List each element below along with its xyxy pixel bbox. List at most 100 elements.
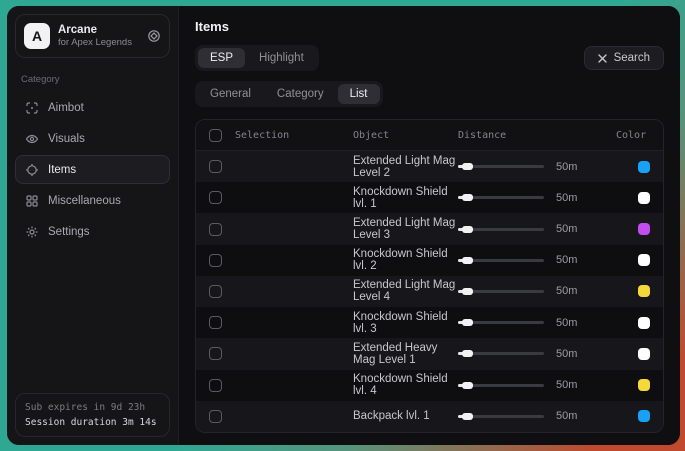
color-swatch[interactable] bbox=[638, 285, 650, 297]
object-name: Knockdown Shield lvl. 3 bbox=[353, 311, 458, 335]
target-icon bbox=[25, 163, 39, 177]
table-row: Extended Light Mag Level 2 50m bbox=[196, 151, 663, 182]
distance-cell: 50m bbox=[458, 410, 616, 422]
distance-slider[interactable] bbox=[458, 223, 544, 235]
main-panel: Items ESPHighlight Search GeneralCategor… bbox=[179, 6, 680, 445]
distance-value: 50m bbox=[556, 410, 577, 422]
row-checkbox[interactable] bbox=[209, 285, 222, 298]
search-button[interactable]: Search bbox=[584, 46, 664, 70]
distance-value: 50m bbox=[556, 192, 577, 204]
distance-value: 50m bbox=[556, 379, 577, 391]
tab-category[interactable]: Category bbox=[265, 84, 336, 104]
app-logo: A bbox=[24, 23, 50, 49]
row-checkbox[interactable] bbox=[209, 191, 222, 204]
table-row: Extended Heavy Mag Level 1 50m bbox=[196, 338, 663, 369]
subscription-card: Sub expires in 9d 23h Session duration 3… bbox=[15, 393, 170, 437]
mode-tab-group: ESPHighlight bbox=[195, 45, 319, 71]
distance-cell: 50m bbox=[458, 285, 616, 297]
distance-value: 50m bbox=[556, 223, 577, 235]
tab-highlight[interactable]: Highlight bbox=[247, 48, 316, 68]
color-swatch[interactable] bbox=[638, 223, 650, 235]
sidebar-item-items[interactable]: Items bbox=[15, 155, 170, 184]
sidebar-item-miscellaneous[interactable]: Miscellaneous bbox=[15, 186, 170, 215]
color-swatch[interactable] bbox=[638, 254, 650, 266]
table-row: Knockdown Shield lvl. 1 50m bbox=[196, 182, 663, 213]
row-checkbox[interactable] bbox=[209, 316, 222, 329]
table-row: Backpack lvl. 1 50m bbox=[196, 401, 663, 432]
search-icon bbox=[598, 54, 607, 63]
distance-slider[interactable] bbox=[458, 285, 544, 297]
object-name: Extended Light Mag Level 4 bbox=[353, 279, 458, 303]
sidebar-item-label: Miscellaneous bbox=[48, 195, 121, 207]
object-name: Extended Light Mag Level 3 bbox=[353, 217, 458, 241]
distance-value: 50m bbox=[556, 254, 577, 266]
object-name: Knockdown Shield lvl. 2 bbox=[353, 248, 458, 272]
distance-value: 50m bbox=[556, 285, 577, 297]
distance-slider[interactable] bbox=[458, 348, 544, 360]
row-checkbox[interactable] bbox=[209, 379, 222, 392]
gear-icon bbox=[25, 225, 39, 239]
row-checkbox[interactable] bbox=[209, 410, 222, 423]
table-header-row: Selection Object Distance Color bbox=[196, 120, 663, 151]
row-checkbox[interactable] bbox=[209, 254, 222, 267]
page-title: Items bbox=[195, 19, 664, 34]
sidebar: A Arcane for Apex Legends Category Aimbo… bbox=[7, 6, 179, 445]
grid-icon bbox=[25, 194, 39, 208]
sidebar-item-label: Visuals bbox=[48, 133, 85, 145]
category-label: Category bbox=[21, 74, 164, 85]
tab-esp[interactable]: ESP bbox=[198, 48, 245, 68]
header-distance: Distance bbox=[458, 130, 616, 141]
distance-slider[interactable] bbox=[458, 317, 544, 329]
session-duration-text: Session duration 3m 14s bbox=[25, 417, 160, 428]
table-row: Knockdown Shield lvl. 4 50m bbox=[196, 370, 663, 401]
color-swatch[interactable] bbox=[638, 317, 650, 329]
emblem-icon[interactable] bbox=[147, 29, 161, 43]
distance-cell: 50m bbox=[458, 379, 616, 391]
color-swatch[interactable] bbox=[638, 348, 650, 360]
color-swatch[interactable] bbox=[638, 410, 650, 422]
search-button-label: Search bbox=[614, 52, 650, 64]
distance-value: 50m bbox=[556, 317, 577, 329]
tab-list[interactable]: List bbox=[338, 84, 380, 104]
table-row: Extended Light Mag Level 4 50m bbox=[196, 276, 663, 307]
distance-slider[interactable] bbox=[458, 192, 544, 204]
distance-value: 50m bbox=[556, 348, 577, 360]
row-checkbox[interactable] bbox=[209, 347, 222, 360]
distance-slider[interactable] bbox=[458, 161, 544, 173]
distance-slider[interactable] bbox=[458, 379, 544, 391]
select-all-checkbox[interactable] bbox=[209, 129, 222, 142]
distance-cell: 50m bbox=[458, 192, 616, 204]
distance-slider[interactable] bbox=[458, 254, 544, 266]
items-table: Selection Object Distance Color Extended… bbox=[195, 119, 664, 433]
row-checkbox[interactable] bbox=[209, 223, 222, 236]
table-row: Knockdown Shield lvl. 2 50m bbox=[196, 245, 663, 276]
crosshair-icon bbox=[25, 101, 39, 115]
object-name: Knockdown Shield lvl. 1 bbox=[353, 186, 458, 210]
distance-cell: 50m bbox=[458, 348, 616, 360]
sidebar-item-label: Settings bbox=[48, 226, 90, 238]
color-swatch[interactable] bbox=[638, 379, 650, 391]
row-checkbox[interactable] bbox=[209, 160, 222, 173]
object-name: Extended Heavy Mag Level 1 bbox=[353, 342, 458, 366]
distance-cell: 50m bbox=[458, 254, 616, 266]
header-object: Object bbox=[353, 130, 458, 141]
app-subtitle: for Apex Legends bbox=[58, 37, 139, 49]
distance-slider[interactable] bbox=[458, 410, 544, 422]
app-title: Arcane bbox=[58, 23, 139, 37]
color-swatch[interactable] bbox=[638, 192, 650, 204]
object-name: Backpack lvl. 1 bbox=[353, 410, 458, 422]
color-swatch[interactable] bbox=[638, 161, 650, 173]
sidebar-item-aimbot[interactable]: Aimbot bbox=[15, 93, 170, 122]
sidebar-item-settings[interactable]: Settings bbox=[15, 217, 170, 246]
table-row: Extended Light Mag Level 3 50m bbox=[196, 213, 663, 244]
app-header-card: A Arcane for Apex Legends bbox=[15, 14, 170, 58]
header-selection: Selection bbox=[235, 130, 353, 141]
distance-cell: 50m bbox=[458, 223, 616, 235]
tab-general[interactable]: General bbox=[198, 84, 263, 104]
object-name: Knockdown Shield lvl. 4 bbox=[353, 373, 458, 397]
view-tab-group: GeneralCategoryList bbox=[195, 81, 383, 107]
table-row: Knockdown Shield lvl. 3 50m bbox=[196, 307, 663, 338]
sidebar-item-visuals[interactable]: Visuals bbox=[15, 124, 170, 153]
app-window: A Arcane for Apex Legends Category Aimbo… bbox=[7, 6, 680, 445]
sidebar-nav: Aimbot Visuals Items Miscellaneous Settings bbox=[15, 93, 170, 246]
